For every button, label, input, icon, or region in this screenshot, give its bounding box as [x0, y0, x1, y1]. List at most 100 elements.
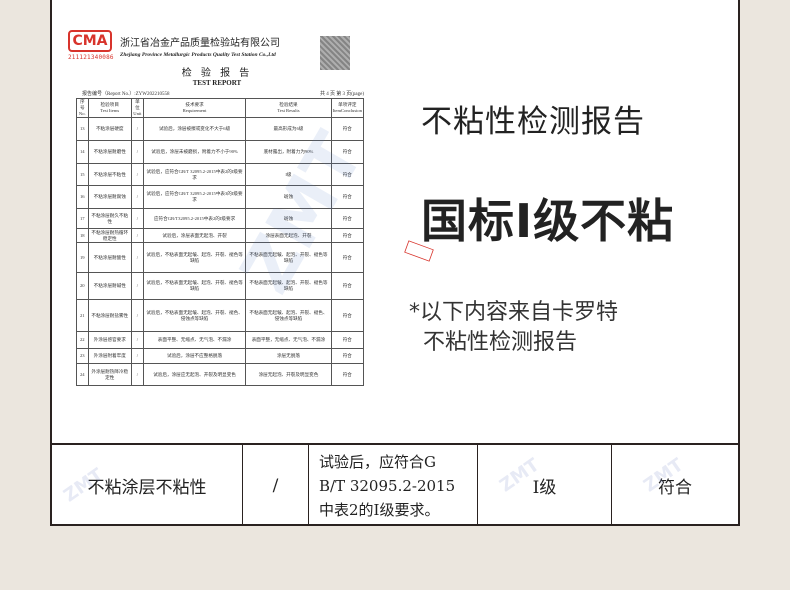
report-meta: 报告编号（Report No.）:ZYW202210558 共 4 页 第 3 … — [82, 90, 364, 97]
qr-code-icon — [320, 36, 350, 70]
report-cell-req: 试验后，涂层被擦或变化不大于6级 — [142, 117, 247, 141]
report-header-cell: 单位 Unit — [130, 98, 144, 118]
report-cell-item: 外涂层耐热降冷稳定性 — [87, 363, 132, 386]
report-cell-req: 试验后，应符合GB/T 32095.2-2015中表3的I级要求 — [142, 185, 247, 209]
report-cell-no: 17 — [76, 208, 89, 229]
report-cell-req: 试验后，涂层不应整格脱落 — [142, 348, 247, 364]
report-cell-result: 涂层表面无起泡、开裂 — [245, 228, 332, 243]
source-note-line-1: *以下内容来自卡罗特 — [409, 300, 619, 325]
report-cell-req: 表面平整、无缩点、无气泡、不漏涂 — [142, 331, 247, 349]
report-table-body: 13 不粘涂层硬度 / 试验后，涂层被擦或变化不大于6级 最高形成为6级 符合 14 不粘涂层… — [76, 117, 365, 386]
summary-row: ZMT 不粘涂层不粘性 / 试验后，应符合G B/T 32095.2-2015 … — [52, 443, 738, 526]
report-cell-unit: / — [130, 299, 144, 332]
report-row: 19 不粘涂层耐酸性 / 试验后，不粘表面无起皱、起泡、开裂、褪色等缺陷 不粘表面无起皱… — [76, 242, 365, 273]
report-cell-conclusion: 符合 — [330, 228, 365, 243]
report-cell-result: 斑蚀 — [245, 208, 332, 229]
report-cell-unit: / — [130, 140, 144, 164]
report-cell-result: 最高形成为6级 — [245, 117, 332, 141]
summary-result-text: I级 — [532, 478, 557, 498]
cma-logo: CMA — [68, 30, 112, 52]
report-row: 21 不粘涂层耐盐雾性 / 试验后，不粘表面无起皱、起泡、开裂、褪色、侵蚀点等缺陷 不粘… — [76, 299, 365, 332]
org-name-cn: 浙江省冶金产品质量检验站有限公司 — [120, 38, 280, 49]
report-title-en: TEST REPORT — [192, 79, 242, 87]
report-row: 20 不粘涂层耐碱性 / 试验后，不粘表面无起皱、起泡、开裂、褪色等缺陷 不粘表面无起皱… — [76, 272, 365, 300]
summary-item-text: 不粘涂层不粘性 — [87, 478, 207, 498]
report-cell-conclusion: 符合 — [330, 208, 365, 229]
report-table-header: 序号 No. 检验项目 Test Items 单位 Unit 技术要求 Require… — [76, 98, 365, 118]
report-cell-result: 表面平整，无缩点、无气泡、不漏涂 — [245, 331, 332, 349]
summary-conclusion: ZMT 符合 — [612, 445, 738, 526]
report-row: 23 外涂层附着牢度 / 试验后，涂层不应整格脱落 涂层无脱落 符合 — [76, 348, 365, 364]
report-cell-no: 16 — [76, 185, 89, 209]
report-cell-unit: / — [130, 272, 144, 300]
report-cell-conclusion: 符合 — [330, 331, 365, 349]
cma-number: 211121340086 — [68, 54, 114, 61]
report-cell-conclusion: 符合 — [330, 299, 365, 332]
report-row: 13 不粘涂层硬度 / 试验后，涂层被擦或变化不大于6级 最高形成为6级 符合 — [76, 117, 365, 141]
report-cell-result: I级 — [245, 163, 332, 186]
report-row: 24 外涂层耐热降冷稳定性 / 试验后，涂层应无起泡、开裂及明显变色 涂层无起泡、开裂及… — [76, 363, 365, 386]
report-cell-no: 23 — [76, 348, 89, 364]
page-info: 共 4 页 第 3 页(page) — [319, 92, 364, 97]
summary-watermark: ZMT — [59, 464, 108, 507]
report-cell-unit: / — [130, 163, 144, 186]
report-cell-req: 试验后，不粘表面无起皱、起泡、开裂、褪色等缺陷 — [142, 272, 247, 300]
report-cell-req: 试验后，不粘表面无起皱、起泡、开裂、褪色、侵蚀点等缺陷 — [142, 299, 247, 332]
report-cell-unit: / — [130, 185, 144, 209]
report-cell-result: 不粘表面无起皱、起泡、开裂、褪色等缺陷 — [245, 242, 332, 273]
report-row: 17 不粘涂层耐久不粘性 / 应符合GB/T32095.2-2015中表2的I级要求斑… — [76, 208, 365, 229]
report-row: 15 不粘涂层不粘性 / 试验后，应符合GB/T 32095.2-2015中表2的I级… — [76, 163, 365, 186]
report-cell-no: 20 — [76, 272, 89, 300]
report-cell-item: 不粘涂层耐磨性 — [87, 140, 132, 164]
report-cell-unit: / — [130, 117, 144, 141]
report-cell-item: 不粘涂层不粘性 — [87, 163, 132, 186]
report-cell-conclusion: 符合 — [330, 272, 365, 300]
report-cell-result: 涂层无脱落 — [245, 348, 332, 364]
report-cell-unit: / — [130, 208, 144, 229]
report-header-cell: 检验结果 Test Results — [245, 98, 332, 118]
report-cell-result: 涂层无起泡、开裂及明显变色 — [245, 363, 332, 386]
report-cell-conclusion: 符合 — [330, 117, 365, 141]
report-cell-conclusion: 符合 — [330, 363, 365, 386]
report-cell-conclusion: 符合 — [330, 140, 365, 164]
summary-result: ZMT I级 — [478, 445, 612, 526]
report-cell-unit: / — [130, 242, 144, 273]
report-cell-item: 外涂层附着牢度 — [87, 348, 132, 364]
report-cell-req: 试验后，涂层表面无起泡、开裂 — [142, 228, 247, 243]
subheadline: 国标I级不粘 — [421, 194, 675, 248]
report-cell-conclusion: 符合 — [330, 163, 365, 186]
report-cell-no: 13 — [76, 117, 89, 141]
report-cell-unit: / — [130, 363, 144, 386]
report-cell-req: 试验后，不粘表面无起皱、起泡、开裂、褪色等缺陷 — [142, 242, 247, 273]
summary-unit: / — [243, 445, 309, 526]
headline: 不粘性检测报告 — [421, 104, 645, 140]
report-row: 14 不粘涂层耐磨性 / 试验后，涂层未被磨损，附着力不小于90% 底材露出，附着力为9… — [76, 140, 365, 164]
report-header-cell: 检验项目 Test Items — [87, 98, 132, 118]
report-cell-item: 不粘涂层耐酸性 — [87, 242, 132, 273]
report-title-cn: 检 验 报 告 — [181, 68, 253, 79]
source-note-line-2: 不粘性检测报告 — [423, 330, 578, 355]
report-cell-item: 不粘涂层耐盐雾性 — [87, 299, 132, 332]
summary-requirement: 试验后，应符合G B/T 32095.2-2015 中表2的I级要求。 — [309, 445, 478, 526]
report-cell-result: 底材露出，附着力为90% — [245, 140, 332, 164]
report-number: 报告编号（Report No.）:ZYW202210558 — [82, 92, 170, 97]
report-table: 序号 No. 检验项目 Test Items 单位 Unit 技术要求 Require… — [76, 98, 365, 386]
report-row: 18 不粘涂层耐热循环稳定性 / 试验后，涂层表面无起泡、开裂 涂层表面无起泡、开裂 符合 — [76, 228, 365, 243]
report-cell-req: 试验后，涂层应无起泡、开裂及明显变色 — [142, 363, 247, 386]
report-cell-unit: / — [130, 348, 144, 364]
report-cell-result: 斑蚀 — [245, 185, 332, 209]
report-cell-no: 21 — [76, 299, 89, 332]
report-cell-item: 不粘涂层硬度 — [87, 117, 132, 141]
org-name-en: Zhejiang Province Metallurgic Products Q… — [120, 52, 276, 58]
report-cell-no: 18 — [76, 228, 89, 243]
summary-item: ZMT 不粘涂层不粘性 — [52, 445, 243, 526]
report-header-cell: 技术要求 Requirement — [142, 98, 247, 118]
report-cell-item: 不粘涂层耐久不粘性 — [87, 208, 132, 229]
report-cell-result: 不粘表面无起皱、起泡、开裂、褪色、侵蚀点等缺陷 — [245, 299, 332, 332]
report-cell-conclusion: 符合 — [330, 185, 365, 209]
report-cell-no: 22 — [76, 331, 89, 349]
report-header-cell: 序号 No. — [76, 98, 89, 118]
report-cell-unit: / — [130, 228, 144, 243]
report-cell-req: 试验后，涂层未被磨损，附着力不小于90% — [142, 140, 247, 164]
report-row: 22 外涂层感官要求 / 表面平整、无缩点、无气泡、不漏涂 表面平整，无缩点、无气泡、不… — [76, 331, 365, 349]
